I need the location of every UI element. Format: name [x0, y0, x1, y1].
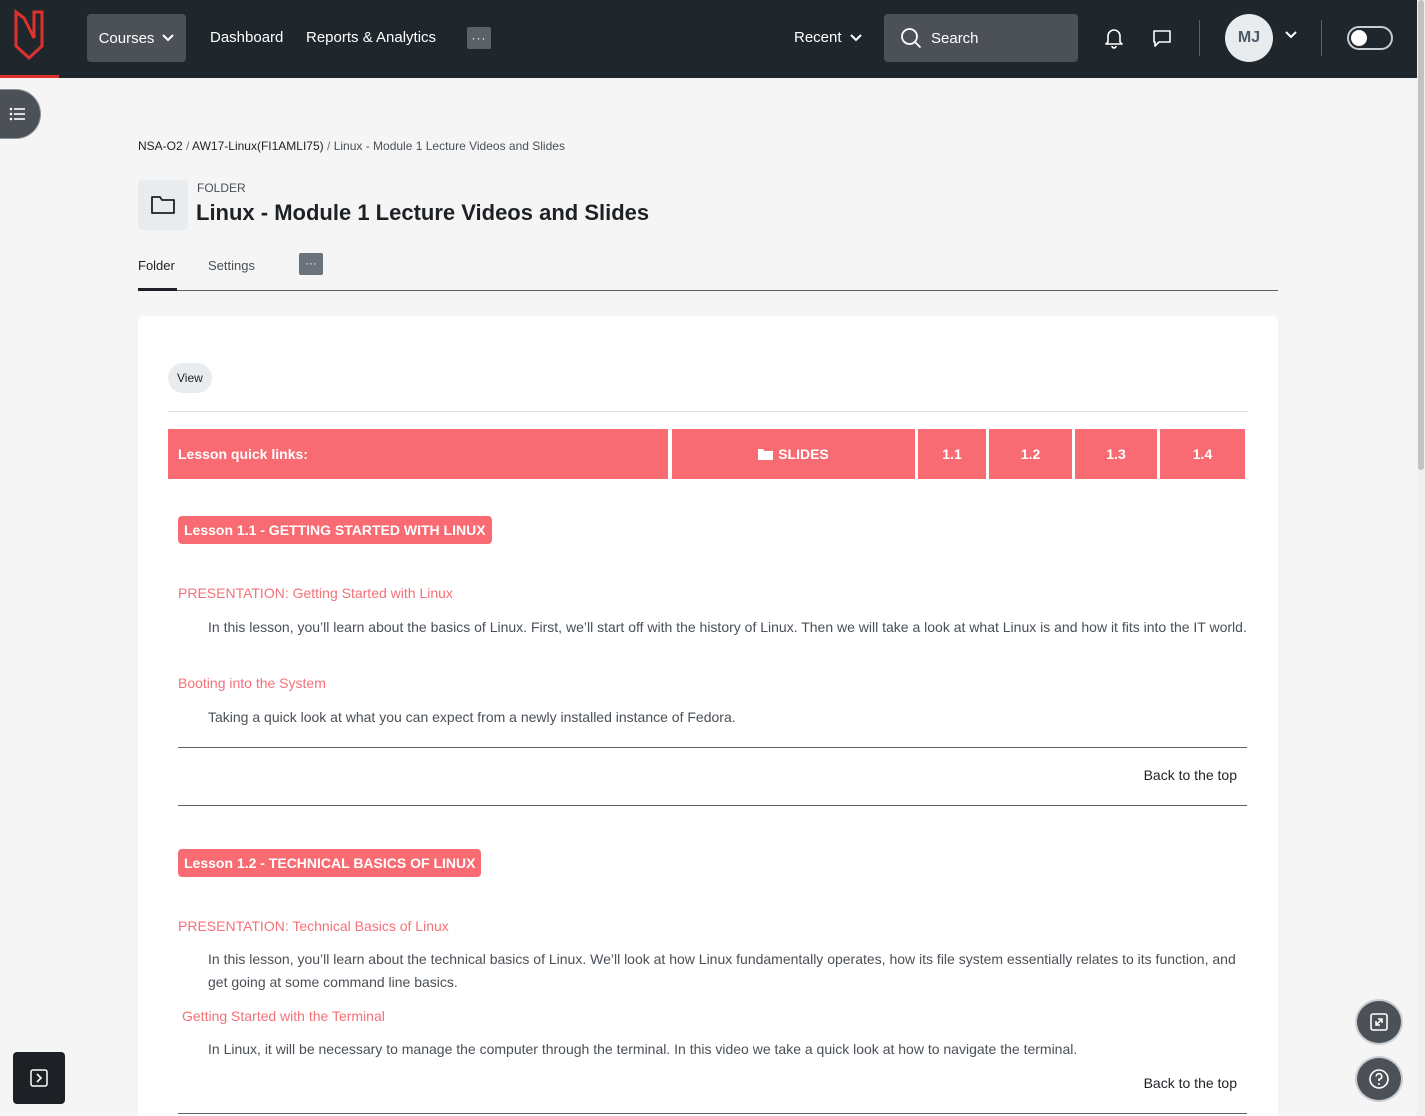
user-avatar[interactable]: MJ [1225, 14, 1273, 62]
slides-label: SLIDES [778, 446, 829, 462]
quick-link-1-2[interactable]: 1.2 [989, 429, 1072, 479]
tab-more-button[interactable]: ··· [299, 253, 323, 275]
divider [178, 1113, 1247, 1114]
expand-icon [1370, 1013, 1388, 1031]
tab-settings[interactable]: Settings [208, 258, 255, 273]
presentation-link[interactable]: PRESENTATION: Technical Basics of Linux [178, 918, 449, 934]
back-to-top-link[interactable]: Back to the top [1144, 1075, 1237, 1091]
dark-mode-toggle[interactable] [1347, 26, 1393, 50]
quick-links-heading: Lesson quick links: [168, 429, 668, 479]
search-icon [901, 28, 922, 49]
divider [168, 411, 1248, 412]
message-icon [1153, 30, 1171, 47]
tab-folder[interactable]: Folder [138, 258, 175, 273]
presentation-description: In this lesson, you’ll learn about the b… [208, 619, 1247, 635]
help-button[interactable] [1355, 1056, 1403, 1102]
activity-type-label: FOLDER [197, 181, 246, 195]
page-title: Linux - Module 1 Lecture Videos and Slid… [196, 200, 650, 225]
courses-menu-button[interactable]: Courses [87, 14, 186, 62]
page-scrollbar[interactable] [1417, 0, 1425, 1116]
breadcrumb-course[interactable]: AW17-Linux(FI1AMLI75) [192, 139, 324, 153]
recent-menu-button[interactable]: Recent [794, 29, 862, 46]
breadcrumb: NSA-O2 / AW17-Linux(FI1AMLI75) / Linux -… [138, 139, 565, 153]
scrollbar-thumb[interactable] [1418, 0, 1424, 470]
breadcrumb-separator: / [186, 139, 190, 153]
breadcrumb-course-category[interactable]: NSA-O2 [138, 139, 183, 153]
video-link[interactable]: Getting Started with the Terminal [182, 1008, 385, 1024]
full-screen-button[interactable] [1355, 999, 1403, 1045]
notifications-button[interactable] [1102, 26, 1126, 50]
active-tab-indicator [138, 288, 177, 291]
course-index-toggle[interactable] [0, 89, 41, 139]
folder-content-card: View Lesson quick links: SLIDES 1.1 1.2 … [138, 316, 1278, 1116]
chevron-down-icon [162, 34, 175, 42]
toggle-knob [1351, 30, 1367, 46]
lesson-heading: Lesson 1.2 - TECHNICAL BASICS OF LINUX [178, 849, 482, 877]
chevron-down-icon [849, 33, 862, 41]
dashboard-link[interactable]: Dashboard [210, 29, 283, 46]
footer-toggle-button[interactable] [13, 1052, 65, 1104]
presentation-description: In this lesson, you’ll learn about the t… [208, 951, 1236, 990]
more-nav-button[interactable]: ··· [467, 27, 491, 49]
back-to-top-link[interactable]: Back to the top [1144, 767, 1237, 783]
recent-label: Recent [794, 29, 842, 46]
logo-icon [14, 9, 44, 61]
quick-link-1-1[interactable]: 1.1 [918, 429, 986, 479]
quick-link-1-3[interactable]: 1.3 [1075, 429, 1157, 479]
chevron-down-icon[interactable] [1284, 30, 1298, 40]
reports-analytics-link[interactable]: Reports & Analytics [306, 29, 436, 46]
question-icon [1369, 1069, 1389, 1089]
breadcrumb-current: Linux - Module 1 Lecture Videos and Slid… [333, 139, 565, 153]
divider [178, 747, 1247, 748]
folder-activity-icon [138, 180, 188, 230]
nav-divider [1199, 20, 1200, 56]
folder-icon [151, 196, 175, 214]
messages-button[interactable] [1150, 26, 1174, 50]
site-logo[interactable] [0, 0, 59, 78]
lesson-heading: Lesson 1.1 - GETTING STARTED WITH LINUX [178, 516, 492, 544]
nav-divider [1321, 20, 1322, 56]
courses-label: Courses [98, 29, 155, 47]
list-icon [9, 107, 25, 121]
video-description: Taking a quick look at what you can expe… [208, 709, 736, 725]
search-placeholder: Search [931, 29, 979, 47]
view-completion-pill: View [168, 363, 212, 393]
quick-link-1-4[interactable]: 1.4 [1160, 429, 1245, 479]
breadcrumb-separator: / [327, 139, 331, 153]
video-link[interactable]: Booting into the System [178, 675, 326, 691]
presentation-link[interactable]: PRESENTATION: Getting Started with Linux [178, 585, 453, 601]
divider [178, 805, 1247, 806]
secondary-navigation: Folder Settings ··· [138, 250, 1278, 291]
folder-icon [758, 449, 774, 460]
chevron-right-square-icon [30, 1069, 48, 1087]
bell-icon [1105, 29, 1123, 49]
search-input[interactable]: Search [884, 14, 1078, 62]
active-indicator [0, 75, 59, 78]
video-description: In Linux, it will be necessary to manage… [208, 1041, 1078, 1057]
slides-quick-link[interactable]: SLIDES [672, 429, 915, 479]
top-navbar: Courses Dashboard Reports & Analytics ··… [0, 0, 1417, 78]
